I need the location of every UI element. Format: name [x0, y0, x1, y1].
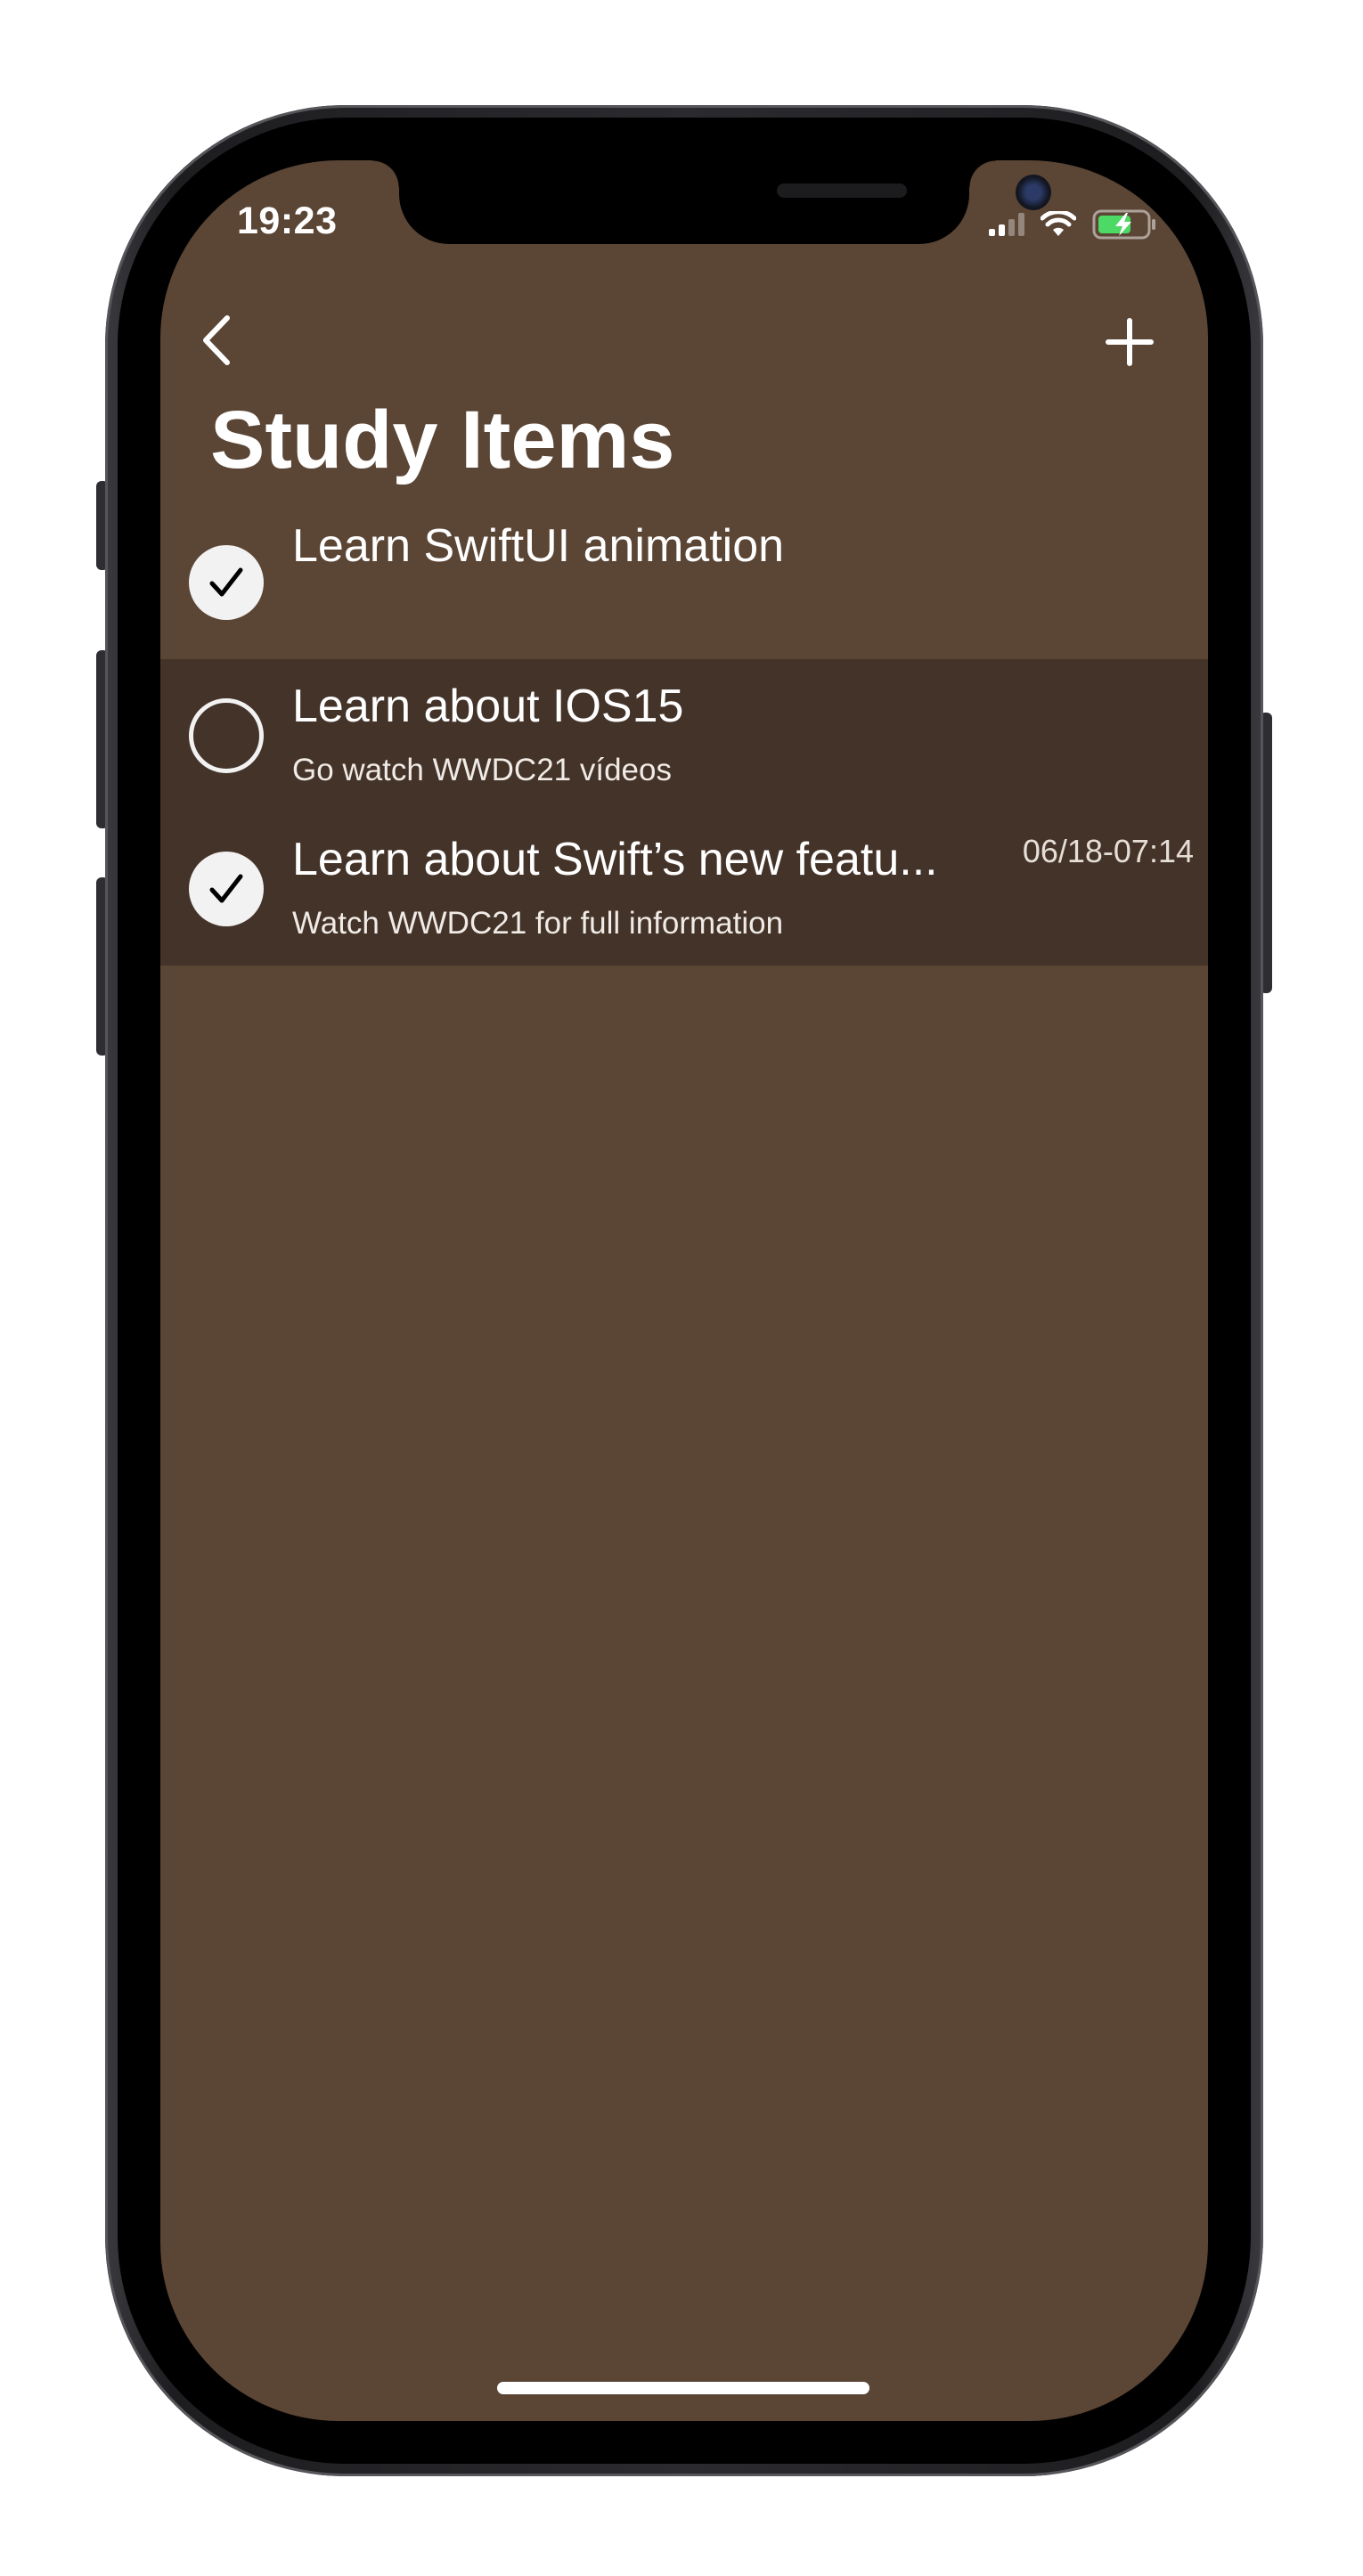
completed-checkbox[interactable]	[189, 545, 264, 620]
back-button[interactable]	[184, 303, 248, 378]
plus-icon	[1106, 318, 1154, 366]
earpiece-speaker	[777, 183, 907, 198]
status-icons	[989, 207, 1158, 242]
device-mockup: 19:23 Study Items Learn SwiftUI animatio…	[0, 0, 1363, 2576]
incomplete-checkbox[interactable]	[189, 698, 264, 773]
list-item[interactable]: Learn about IOS15 Go watch WWDC21 vídeos	[160, 659, 1208, 812]
wifi-icon	[1041, 211, 1076, 236]
list-item[interactable]: Learn about Swift’s new featu... 06/18-0…	[160, 812, 1208, 966]
home-indicator[interactable]	[497, 2382, 869, 2394]
checkmark-icon	[209, 874, 243, 903]
status-time: 19:23	[237, 200, 338, 242]
study-items-list: Learn SwiftUI animation Learn about IOS1…	[160, 520, 1208, 987]
item-subtitle: Watch WWDC21 for full information	[292, 906, 784, 941]
item-subtitle: Go watch WWDC21 vídeos	[292, 753, 672, 787]
item-title: Learn SwiftUI animation	[292, 520, 785, 572]
item-title: Learn about Swift’s new featu...	[292, 834, 938, 885]
page-title: Study Items	[210, 395, 675, 485]
front-camera	[1016, 175, 1051, 210]
list-item[interactable]: Learn SwiftUI animation	[160, 506, 1208, 659]
item-date: 06/18-07:14	[1022, 833, 1194, 869]
chevron-left-icon	[203, 315, 230, 365]
device-notch	[372, 160, 1051, 244]
checkmark-icon	[209, 567, 243, 597]
item-title: Learn about IOS15	[292, 681, 684, 732]
add-item-button[interactable]	[1094, 306, 1165, 378]
app-screen: 19:23 Study Items Learn SwiftUI animatio…	[160, 160, 1208, 2421]
battery-charging-icon	[1092, 209, 1155, 240]
completed-checkbox[interactable]	[189, 852, 264, 926]
cellular-signal-icon	[989, 213, 1024, 236]
